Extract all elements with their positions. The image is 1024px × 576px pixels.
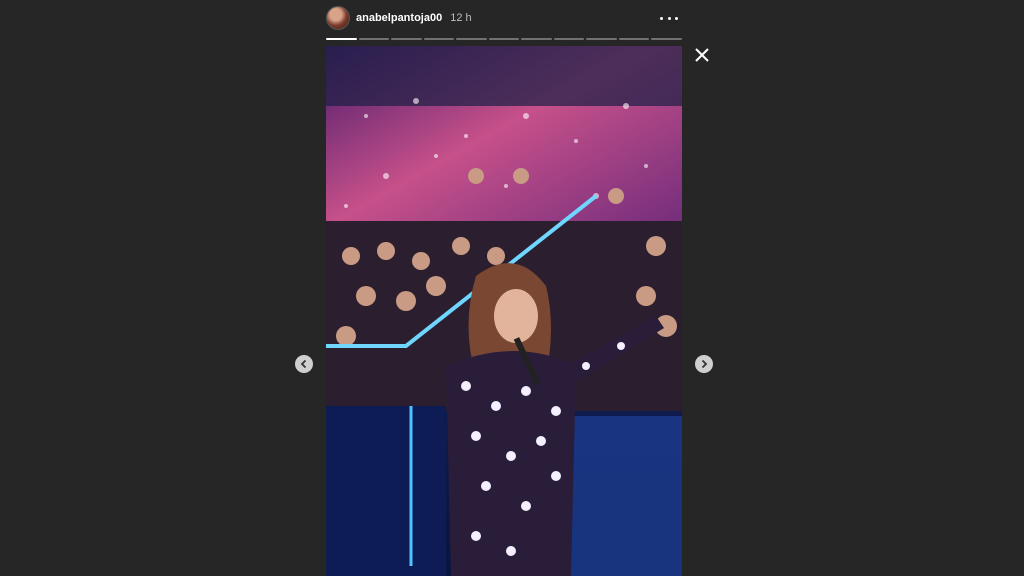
more-options-icon[interactable] bbox=[660, 10, 678, 26]
previous-story-button[interactable] bbox=[295, 355, 313, 373]
progress-segment bbox=[586, 38, 617, 40]
progress-segment bbox=[326, 38, 357, 40]
chevron-left-icon bbox=[300, 359, 307, 369]
progress-segment bbox=[358, 38, 390, 40]
progress-segment bbox=[488, 38, 520, 40]
close-icon[interactable] bbox=[693, 46, 711, 64]
username[interactable]: anabelpantoja00 bbox=[356, 12, 442, 24]
progress-segment bbox=[521, 38, 552, 40]
progress-segment bbox=[391, 38, 422, 40]
progress-segment bbox=[423, 38, 455, 40]
progress-segment bbox=[651, 38, 683, 40]
progress-segment bbox=[456, 38, 487, 40]
chevron-right-icon bbox=[701, 359, 708, 369]
timestamp: 12 h bbox=[450, 12, 472, 24]
story-header: anabelpantoja00 12 h bbox=[326, 4, 682, 32]
progress-segment bbox=[553, 38, 585, 40]
story-video-frame bbox=[326, 46, 682, 576]
progress-segment bbox=[618, 38, 650, 40]
story-media[interactable] bbox=[326, 46, 682, 576]
story-progress-bar bbox=[326, 38, 683, 40]
next-story-button[interactable] bbox=[695, 355, 713, 373]
avatar[interactable] bbox=[326, 6, 350, 30]
